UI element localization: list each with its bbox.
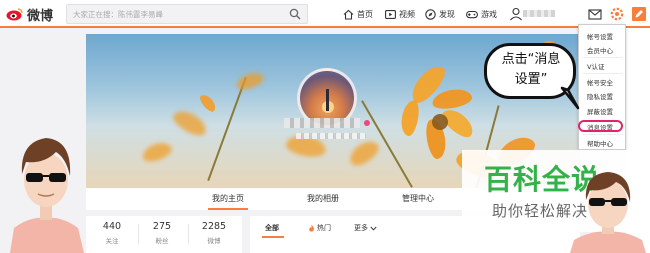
- callout-text: 点击“消息 设置”: [490, 50, 572, 90]
- nav-video[interactable]: 视频: [385, 6, 415, 22]
- flower-petal: [345, 136, 383, 170]
- menu-divider: [583, 134, 623, 135]
- nav-home[interactable]: 首页: [343, 6, 373, 22]
- gear-icon[interactable]: [608, 5, 626, 23]
- menu-help-center[interactable]: 帮助中心: [587, 138, 613, 148]
- nav-video-label: 视频: [399, 9, 415, 19]
- flower-stem: [207, 76, 247, 182]
- stat-posts-label: 微博: [207, 237, 221, 245]
- nav-discover-label: 发现: [439, 9, 455, 19]
- stat-followers-label: 粉丝: [155, 237, 169, 245]
- person-figure-left: [10, 138, 84, 253]
- search-icon[interactable]: [289, 8, 301, 20]
- flower-petal: [197, 92, 219, 114]
- nav-game[interactable]: 游戏: [466, 6, 497, 22]
- chevron-down-icon: [370, 226, 377, 231]
- search-box[interactable]: 大家正在搜：陈伟霆李易峰: [66, 4, 308, 24]
- weibo-logo-icon: [6, 8, 23, 21]
- flower-petal: [234, 69, 266, 93]
- search-placeholder: 大家正在搜：陈伟霆李易峰: [73, 10, 163, 19]
- flower-center: [432, 114, 448, 130]
- stat-divider: [188, 224, 189, 244]
- active-tab-indicator: [208, 208, 248, 210]
- video-icon: [385, 9, 396, 19]
- filter-all[interactable]: 全部: [265, 223, 279, 233]
- menu-block-settings[interactable]: 屏蔽设置: [587, 106, 613, 116]
- callout-line-2: 设置”: [514, 72, 548, 87]
- fire-icon: [309, 224, 314, 232]
- stat-followers[interactable]: 275 粉丝: [140, 221, 184, 245]
- stat-posts[interactable]: 2285 微博: [192, 221, 236, 245]
- flower-petal: [169, 106, 211, 140]
- stat-followers-count: 275: [152, 221, 172, 232]
- menu-verification[interactable]: V认证: [587, 61, 604, 71]
- menu-privacy-settings[interactable]: 隐私设置: [587, 91, 613, 101]
- callout-line-1: 点击“消息: [501, 52, 561, 67]
- compose-icon[interactable]: [630, 5, 648, 23]
- flower-petal: [398, 98, 422, 138]
- nav-discover[interactable]: 发现: [425, 6, 455, 22]
- filter-hot-label: 热门: [317, 224, 331, 232]
- home-icon: [343, 9, 354, 20]
- menu-vip-center[interactable]: 会员中心: [587, 45, 613, 55]
- filter-more-label: 更多: [354, 224, 368, 232]
- avatar-figure: [326, 89, 329, 111]
- nav-home-label: 首页: [357, 9, 373, 19]
- tab-my-album[interactable]: 我的相册: [307, 193, 339, 204]
- menu-divider: [583, 57, 623, 58]
- mail-icon[interactable]: [586, 5, 604, 23]
- menu-account-security[interactable]: 帐号安全: [587, 77, 613, 87]
- top-nav: 微博 大家正在搜：陈伟霆李易峰 首页 视频 发现 游戏: [0, 0, 650, 28]
- stat-following-count: 440: [102, 221, 122, 232]
- stat-following-label: 关注: [105, 237, 119, 245]
- side-card: [484, 236, 554, 253]
- filter-indicator: [262, 236, 284, 238]
- profile-stats: 440 关注 275 粉丝 2285 微博: [86, 216, 242, 253]
- gender-badge: [364, 120, 370, 126]
- game-icon: [466, 10, 478, 18]
- filter-hot[interactable]: 热门: [308, 223, 331, 233]
- person-figure-right: [570, 172, 646, 253]
- tab-my-home[interactable]: 我的主页: [212, 193, 244, 204]
- stat-divider: [138, 224, 139, 244]
- profile-bio-blurred: [296, 133, 366, 139]
- stat-posts-count: 2285: [201, 221, 227, 232]
- flower-petal: [430, 86, 474, 112]
- discover-icon: [425, 8, 436, 20]
- menu-account-settings[interactable]: 帐号设置: [587, 31, 613, 41]
- stat-following[interactable]: 440 关注: [90, 221, 134, 245]
- username-blurred[interactable]: [523, 10, 555, 17]
- nav-game-label: 游戏: [481, 9, 497, 19]
- message-settings-highlight: [578, 120, 623, 132]
- profile-name-blurred: [284, 118, 360, 128]
- flower-petal: [140, 139, 174, 165]
- weibo-logo[interactable]: 微博: [6, 5, 54, 24]
- logo-text: 微博: [27, 8, 54, 24]
- menu-divider: [583, 73, 623, 74]
- tab-manage-center[interactable]: 管理中心: [402, 193, 434, 204]
- filter-more[interactable]: 更多: [354, 223, 377, 233]
